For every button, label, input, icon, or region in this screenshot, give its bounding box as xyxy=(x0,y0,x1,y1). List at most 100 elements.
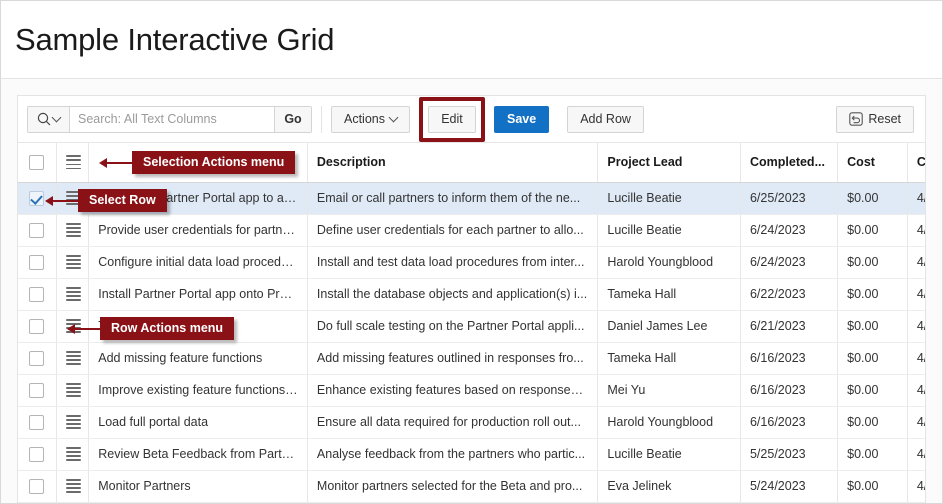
row-actions-menu-icon[interactable] xyxy=(65,223,81,237)
table-row[interactable]: Add missing feature functions Add missing… xyxy=(18,342,925,375)
row-lead-cell[interactable]: Lucille Beatie xyxy=(597,182,741,215)
row-created-cell[interactable]: 4/27/2... xyxy=(907,182,925,215)
row-completed-cell[interactable]: 6/25/2023 xyxy=(740,182,839,215)
row-lead-cell[interactable]: Lucille Beatie xyxy=(597,438,741,471)
row-select-checkbox[interactable] xyxy=(29,382,45,398)
row-completed-cell[interactable]: 6/24/2023 xyxy=(740,246,839,279)
row-completed-cell[interactable]: 6/21/2023 xyxy=(740,310,839,343)
row-actions-cell[interactable] xyxy=(56,214,90,247)
header-created[interactable]: Created xyxy=(907,143,925,183)
row-actions-menu-icon[interactable] xyxy=(65,479,81,493)
search-icon-button[interactable] xyxy=(28,106,70,132)
row-actions-menu-icon[interactable] xyxy=(65,191,81,205)
row-name-cell[interactable]: Announce Partner Portal app to all ... xyxy=(88,182,308,215)
row-actions-menu-icon[interactable] xyxy=(65,447,81,461)
row-name-cell[interactable]: Configure initial data load procedur... xyxy=(88,246,308,279)
row-actions-cell[interactable] xyxy=(56,470,90,503)
row-description-cell[interactable]: Monitor partners selected for the Beta a… xyxy=(307,470,599,503)
row-cost-cell[interactable]: $0.00 xyxy=(837,406,908,439)
row-description-cell[interactable]: Install the database objects and applica… xyxy=(307,278,599,311)
row-name-cell[interactable]: Load full portal data xyxy=(88,406,308,439)
reset-button[interactable]: Reset xyxy=(836,105,914,133)
row-cost-cell[interactable]: $0.00 xyxy=(837,278,908,311)
row-select-checkbox[interactable] xyxy=(29,350,45,366)
row-completed-cell[interactable]: 5/24/2023 xyxy=(740,470,839,503)
row-created-cell[interactable]: 4/27/2... xyxy=(907,342,925,375)
row-created-cell[interactable]: 4/27/2... xyxy=(907,214,925,247)
row-select-checkbox[interactable] xyxy=(29,190,45,206)
actions-button[interactable]: Actions xyxy=(331,105,410,133)
row-cost-cell[interactable]: $0.00 xyxy=(837,310,908,343)
header-cost[interactable]: Cost xyxy=(837,143,908,183)
row-name-cell[interactable]: Review Beta Feedback from Partners xyxy=(88,438,308,471)
row-select-cell[interactable] xyxy=(18,246,57,279)
row-name-cell[interactable]: Monitor Partners xyxy=(88,470,308,503)
row-select-checkbox[interactable] xyxy=(29,446,45,462)
row-completed-cell[interactable]: 5/25/2023 xyxy=(740,438,839,471)
row-actions-cell[interactable] xyxy=(56,182,90,215)
row-actions-cell[interactable] xyxy=(56,310,90,343)
row-name-cell[interactable]: Testing Partner Portal xyxy=(88,310,308,343)
row-cost-cell[interactable]: $0.00 xyxy=(837,246,908,279)
table-row[interactable]: Provide user credentials for partners Def… xyxy=(18,214,925,247)
row-actions-menu-icon[interactable] xyxy=(65,383,81,397)
row-lead-cell[interactable]: Tameka Hall xyxy=(597,342,741,375)
row-select-cell[interactable] xyxy=(18,182,57,215)
row-select-checkbox[interactable] xyxy=(29,478,45,494)
row-completed-cell[interactable]: 6/24/2023 xyxy=(740,214,839,247)
row-select-cell[interactable] xyxy=(18,374,57,407)
row-description-cell[interactable]: Do full scale testing on the Partner Por… xyxy=(307,310,599,343)
selection-actions-menu-icon[interactable] xyxy=(65,155,81,170)
header-select-all[interactable] xyxy=(18,143,57,183)
row-name-cell[interactable]: Add missing feature functions xyxy=(88,342,308,375)
row-select-checkbox[interactable] xyxy=(29,286,45,302)
row-select-cell[interactable] xyxy=(18,214,57,247)
table-row[interactable]: Review Beta Feedback from Partners Analys… xyxy=(18,438,925,471)
row-select-cell[interactable] xyxy=(18,438,57,471)
row-lead-cell[interactable]: Harold Youngblood xyxy=(597,246,741,279)
header-name[interactable] xyxy=(88,143,308,183)
row-actions-menu-icon[interactable] xyxy=(65,255,81,269)
row-name-cell[interactable]: Provide user credentials for partners xyxy=(88,214,308,247)
row-description-cell[interactable]: Define user credentials for each partner… xyxy=(307,214,599,247)
row-name-cell[interactable]: Improve existing feature functions ... xyxy=(88,374,308,407)
row-select-cell[interactable] xyxy=(18,342,57,375)
row-name-cell[interactable]: Install Partner Portal app onto Prod... xyxy=(88,278,308,311)
row-created-cell[interactable]: 4/27/2... xyxy=(907,278,925,311)
row-created-cell[interactable]: 4/27/2... xyxy=(907,310,925,343)
row-actions-cell[interactable] xyxy=(56,438,90,471)
row-lead-cell[interactable]: Lucille Beatie xyxy=(597,214,741,247)
row-cost-cell[interactable]: $0.00 xyxy=(837,374,908,407)
add-row-button[interactable]: Add Row xyxy=(567,105,644,133)
header-project-lead[interactable]: Project Lead xyxy=(597,143,741,183)
row-created-cell[interactable]: 4/27/2... xyxy=(907,470,925,503)
row-cost-cell[interactable]: $0.00 xyxy=(837,214,908,247)
row-lead-cell[interactable]: Mei Yu xyxy=(597,374,741,407)
row-select-checkbox[interactable] xyxy=(29,254,45,270)
row-lead-cell[interactable]: Tameka Hall xyxy=(597,278,741,311)
row-description-cell[interactable]: Email or call partners to inform them of… xyxy=(307,182,599,215)
table-row[interactable]: Load full portal data Ensure all data req… xyxy=(18,406,925,439)
table-row[interactable]: Configure initial data load procedur... I… xyxy=(18,246,925,279)
row-select-checkbox[interactable] xyxy=(29,318,45,334)
row-cost-cell[interactable]: $0.00 xyxy=(837,182,908,215)
row-lead-cell[interactable]: Daniel James Lee xyxy=(597,310,741,343)
row-created-cell[interactable]: 4/27/2... xyxy=(907,246,925,279)
header-description[interactable]: Description xyxy=(307,143,599,183)
row-actions-menu-icon[interactable] xyxy=(65,319,81,333)
row-lead-cell[interactable]: Eva Jelinek xyxy=(597,470,741,503)
row-created-cell[interactable]: 4/27/2... xyxy=(907,406,925,439)
row-created-cell[interactable]: 4/27/2... xyxy=(907,374,925,407)
row-description-cell[interactable]: Ensure all data required for production … xyxy=(307,406,599,439)
row-select-cell[interactable] xyxy=(18,406,57,439)
select-all-checkbox[interactable] xyxy=(29,154,45,170)
header-completed[interactable]: Completed... xyxy=(740,143,839,183)
search-input[interactable] xyxy=(70,106,274,132)
row-cost-cell[interactable]: $0.00 xyxy=(837,470,908,503)
row-actions-menu-icon[interactable] xyxy=(65,287,81,301)
row-actions-menu-icon[interactable] xyxy=(65,351,81,365)
row-select-checkbox[interactable] xyxy=(29,414,45,430)
header-selection-actions[interactable] xyxy=(56,143,90,183)
edit-button[interactable]: Edit xyxy=(428,105,476,133)
row-description-cell[interactable]: Enhance existing features based on respo… xyxy=(307,374,599,407)
